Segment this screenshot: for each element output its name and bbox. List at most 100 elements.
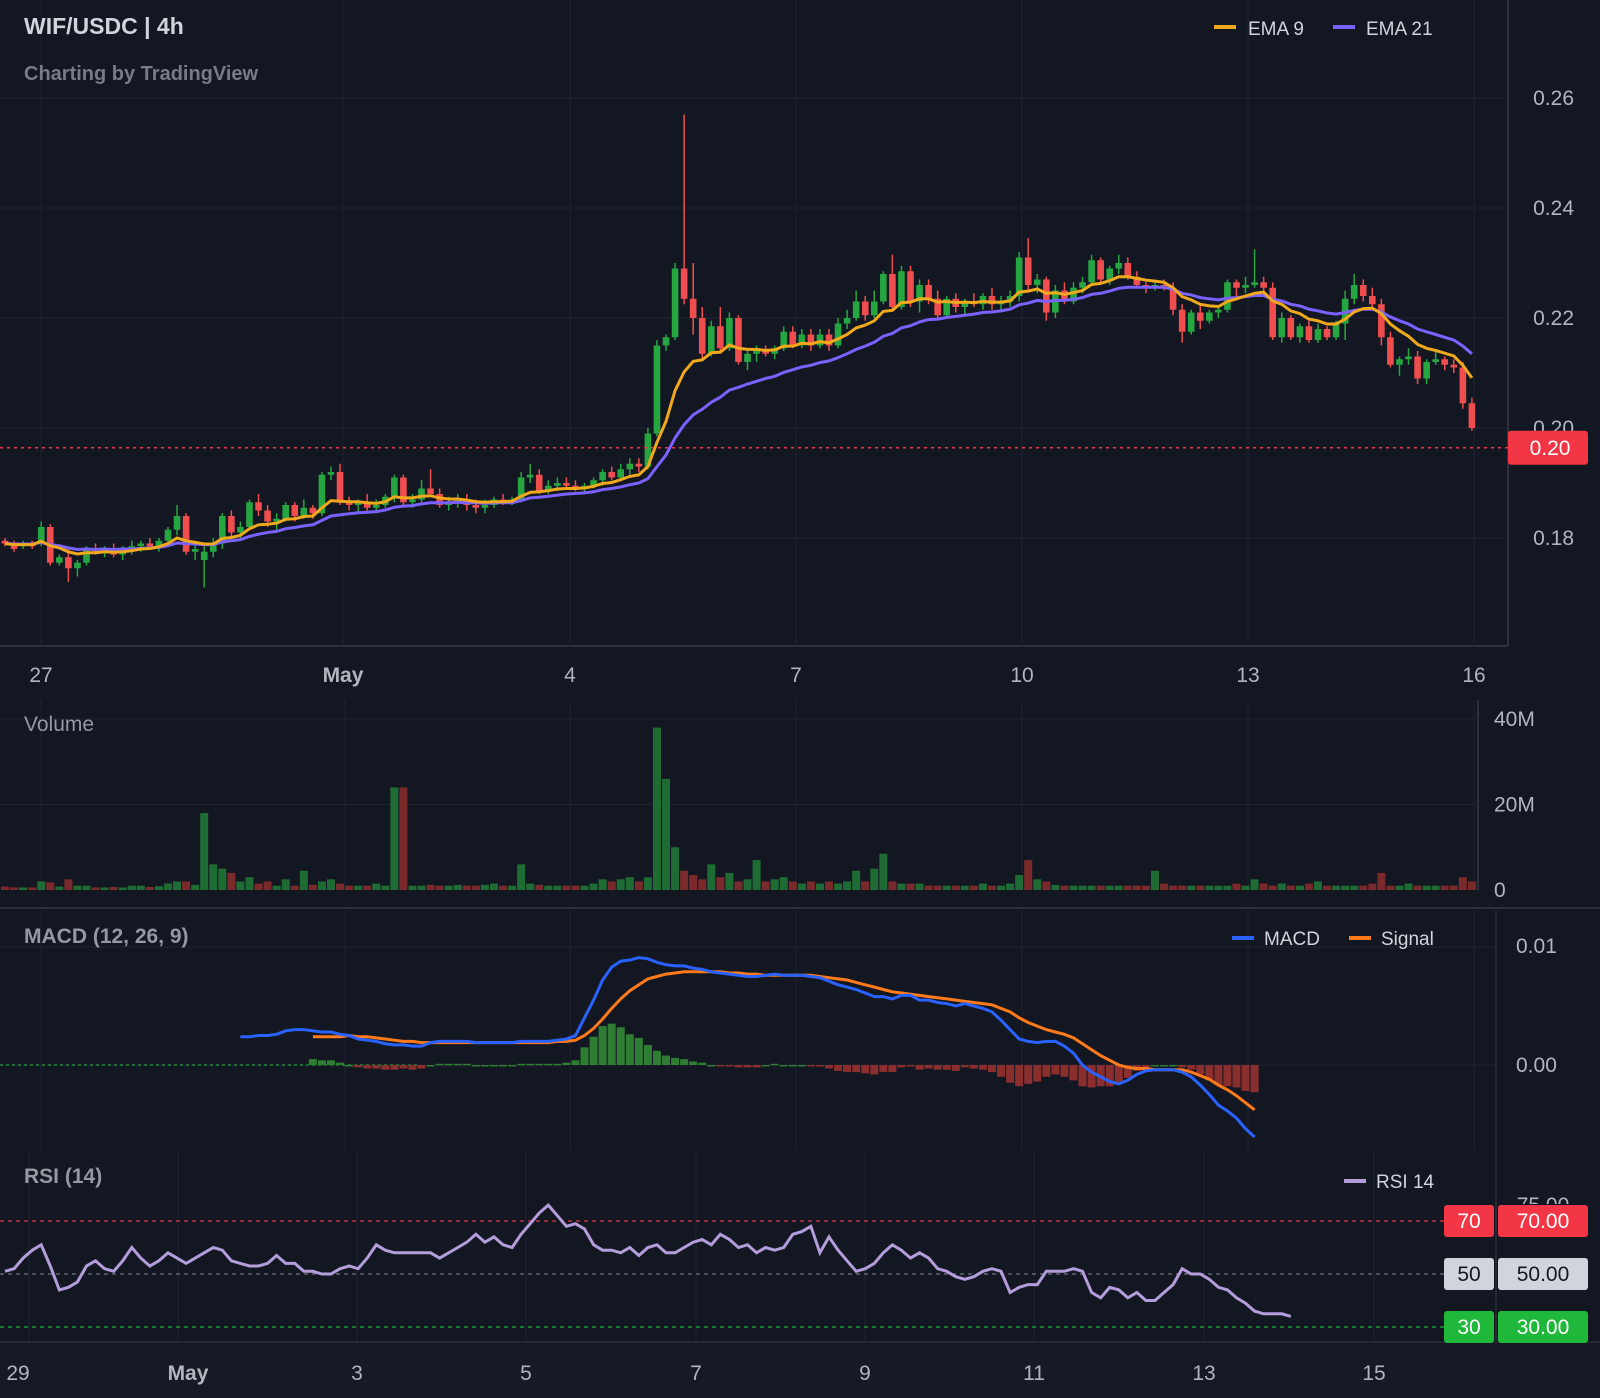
macd-histogram-bar xyxy=(997,1065,1006,1077)
candle-body xyxy=(608,472,615,478)
macd-histogram-bar xyxy=(580,1047,589,1065)
volume-bar xyxy=(136,885,145,890)
volume-bar xyxy=(10,887,19,890)
candle-body xyxy=(409,499,416,503)
volume-bar xyxy=(1386,885,1395,890)
volume-bar xyxy=(1150,870,1159,890)
volume-bar xyxy=(1359,885,1368,890)
volume-bar xyxy=(308,884,317,890)
macd-histogram-bar xyxy=(1042,1065,1051,1077)
volume-bar xyxy=(145,887,154,890)
candle-body xyxy=(228,516,235,533)
volume-bar xyxy=(815,883,824,890)
macd-histogram-bar xyxy=(462,1063,471,1066)
volume-bar xyxy=(933,885,942,890)
time-tick-label: 27 xyxy=(29,664,52,687)
volume-bar xyxy=(879,853,888,890)
last-price-label: 0.20 xyxy=(1530,437,1571,460)
volume-bar xyxy=(680,870,689,890)
time-tick-label: May xyxy=(323,664,364,687)
volume-bar xyxy=(1286,885,1295,890)
volume-bar xyxy=(960,885,969,890)
candle-body xyxy=(427,488,434,494)
volume-bar xyxy=(290,885,299,890)
candle-body xyxy=(535,474,543,492)
macd-histogram-bar xyxy=(852,1065,861,1073)
candle-body xyxy=(1233,282,1240,288)
time-tick-label: 10 xyxy=(1010,664,1033,687)
volume-bar xyxy=(55,886,64,890)
candle-body xyxy=(182,516,190,552)
volume-bar xyxy=(444,885,453,890)
macd-histogram-bar xyxy=(652,1050,661,1065)
macd-histogram-bar xyxy=(363,1065,372,1069)
candle-body xyxy=(1359,285,1367,296)
candle-body xyxy=(74,562,81,569)
volume-bar xyxy=(163,883,172,890)
rsi-time-tick-label: 7 xyxy=(690,1362,702,1385)
macd-histogram-bar xyxy=(471,1065,480,1067)
candle-body xyxy=(1206,312,1213,321)
candle-body xyxy=(834,323,842,346)
candle-body xyxy=(1033,279,1041,285)
volume-bar xyxy=(381,885,390,890)
macd-histogram-bar xyxy=(489,1065,498,1067)
volume-bar xyxy=(1,886,9,890)
volume-bar xyxy=(1087,885,1096,890)
candle-body xyxy=(925,285,932,299)
volume-bar xyxy=(725,872,734,890)
volume-bar xyxy=(182,881,191,890)
volume-bar xyxy=(118,887,127,890)
macd-histogram-bar xyxy=(499,1065,508,1067)
candle-body xyxy=(1269,287,1276,338)
macd-histogram-bar xyxy=(1015,1065,1024,1087)
candle-body xyxy=(200,551,208,560)
volume-bar xyxy=(734,881,743,890)
macd-histogram-bar xyxy=(1178,1065,1187,1068)
volume-bar xyxy=(245,877,254,890)
macd-histogram-bar xyxy=(861,1065,870,1074)
volume-pane-title: Volume xyxy=(24,713,94,736)
candle-body xyxy=(191,549,199,552)
macd-histogram-bar xyxy=(390,1065,399,1070)
candle-body xyxy=(1015,257,1023,296)
candle-body xyxy=(626,463,634,470)
volume-bar xyxy=(825,881,834,890)
macd-tick-label: 0.01 xyxy=(1516,935,1557,958)
macd-histogram-bar xyxy=(399,1065,408,1069)
candle-body xyxy=(1378,304,1385,338)
candle-body xyxy=(1260,282,1267,288)
volume-bar xyxy=(1304,883,1313,890)
candle-body xyxy=(65,557,72,569)
volume-bar xyxy=(218,868,227,890)
candle-body xyxy=(327,472,335,475)
volume-bar xyxy=(1395,885,1404,890)
volume-bar xyxy=(1006,883,1015,890)
rsi-legend-swatch xyxy=(1344,1179,1366,1183)
candle-body xyxy=(861,301,869,316)
macd-histogram-bar xyxy=(1150,1065,1159,1067)
macd-histogram-bar xyxy=(308,1059,317,1065)
macd-histogram-bar xyxy=(716,1065,725,1067)
candle-body xyxy=(1369,296,1376,305)
time-tick-label: 13 xyxy=(1236,664,1259,687)
candle-body xyxy=(617,469,625,478)
macd-histogram-bar xyxy=(1187,1065,1196,1070)
macd-histogram-bar xyxy=(598,1026,607,1065)
candle-body xyxy=(816,334,824,346)
volume-bar xyxy=(1015,875,1024,890)
macd-histogram-bar xyxy=(761,1065,770,1067)
volume-bar xyxy=(399,787,408,890)
macd-histogram-bar xyxy=(616,1027,625,1065)
volume-bar xyxy=(1105,885,1114,890)
volume-bar xyxy=(625,877,634,890)
macd-histogram-bar xyxy=(634,1037,643,1065)
macd-histogram-bar xyxy=(535,1063,544,1066)
volume-bar xyxy=(1051,884,1060,890)
macd-histogram-bar xyxy=(987,1065,996,1073)
volume-bar xyxy=(480,884,489,890)
volume-bar xyxy=(435,885,444,890)
volume-bar xyxy=(272,885,281,890)
candle-body xyxy=(1088,260,1095,283)
volume-bar xyxy=(453,884,462,890)
